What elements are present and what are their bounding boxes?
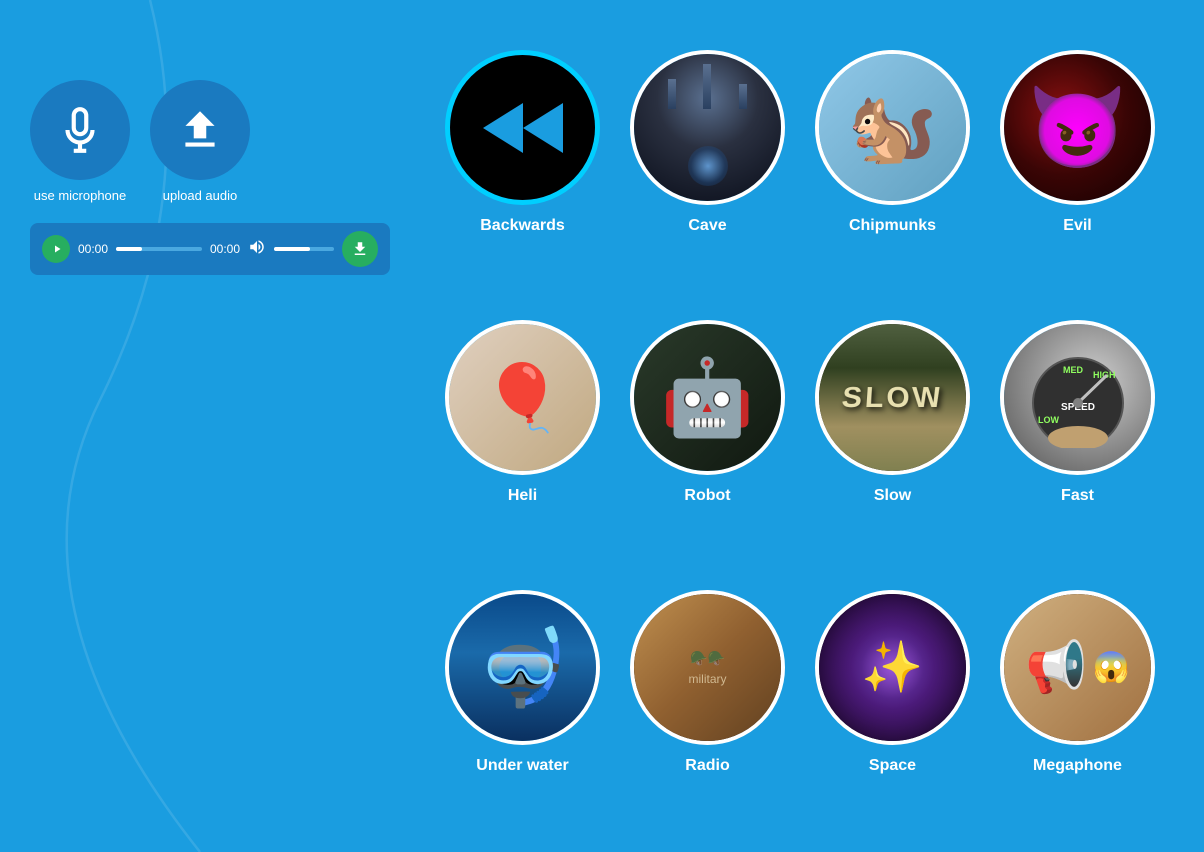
effect-radio-label: Radio bbox=[685, 757, 729, 775]
effect-chipmunks-circle[interactable]: 🐿️ bbox=[815, 50, 970, 205]
volume-fill bbox=[274, 247, 310, 251]
effect-heli-label: Heli bbox=[508, 487, 537, 505]
audio-player: 00:00 00:00 bbox=[30, 223, 390, 275]
upload-icon bbox=[175, 105, 225, 155]
effect-heli[interactable]: 🎈 Heli bbox=[430, 310, 615, 580]
effect-cave[interactable]: Cave bbox=[615, 40, 800, 310]
effect-backwards-label: Backwards bbox=[480, 217, 565, 235]
effect-cave-label: Cave bbox=[688, 217, 726, 235]
effect-slow-circle[interactable]: SLOW bbox=[815, 320, 970, 475]
effect-megaphone-label: Megaphone bbox=[1033, 757, 1122, 775]
play-button[interactable] bbox=[42, 235, 70, 263]
effect-slow-label: Slow bbox=[874, 487, 911, 505]
svg-text:MED: MED bbox=[1063, 365, 1084, 375]
microphone-button-container[interactable]: use microphone bbox=[30, 80, 130, 203]
backwards-icon bbox=[478, 93, 568, 163]
effect-backwards[interactable]: Backwards bbox=[430, 40, 615, 310]
effect-cave-circle[interactable] bbox=[630, 50, 785, 205]
effect-robot[interactable]: 🤖 Robot bbox=[615, 310, 800, 580]
svg-text:LOW: LOW bbox=[1038, 415, 1059, 425]
upload-audio-button[interactable] bbox=[150, 80, 250, 180]
input-buttons: use microphone upload audio bbox=[30, 80, 270, 203]
effect-underwater[interactable]: 🤿 Under water bbox=[430, 580, 615, 850]
progress-fill bbox=[116, 247, 142, 251]
effect-radio[interactable]: 🪖🪖 military Radio bbox=[615, 580, 800, 850]
effect-backwards-circle[interactable] bbox=[445, 50, 600, 205]
effects-grid: Backwards Cave 🐿️ Chipmunks bbox=[430, 40, 1170, 850]
effect-robot-circle[interactable]: 🤖 bbox=[630, 320, 785, 475]
effect-heli-circle[interactable]: 🎈 bbox=[445, 320, 600, 475]
microphone-icon bbox=[55, 105, 105, 155]
microphone-label: use microphone bbox=[34, 188, 127, 203]
effect-evil[interactable]: 😈 Evil bbox=[985, 40, 1170, 310]
effect-radio-circle[interactable]: 🪖🪖 military bbox=[630, 590, 785, 745]
effect-chipmunks-label: Chipmunks bbox=[849, 217, 936, 235]
download-button[interactable] bbox=[342, 231, 378, 267]
effect-fast-label: Fast bbox=[1061, 487, 1094, 505]
effect-megaphone-circle[interactable]: 📢 😱 bbox=[1000, 590, 1155, 745]
upload-label: upload audio bbox=[163, 188, 237, 203]
effect-underwater-label: Under water bbox=[476, 757, 568, 775]
effect-evil-label: Evil bbox=[1063, 217, 1091, 235]
speedometer-svg: LOW MED HIGH SPEED bbox=[1018, 348, 1138, 448]
effect-chipmunks[interactable]: 🐿️ Chipmunks bbox=[800, 40, 985, 310]
effect-robot-label: Robot bbox=[684, 487, 730, 505]
volume-icon bbox=[248, 238, 266, 261]
effect-underwater-circle[interactable]: 🤿 bbox=[445, 590, 600, 745]
effect-space[interactable]: ✨ Space bbox=[800, 580, 985, 850]
total-time: 00:00 bbox=[210, 242, 240, 256]
left-panel: use microphone upload audio 00:00 00:00 bbox=[30, 80, 270, 275]
speaker-icon bbox=[248, 238, 266, 256]
effect-fast-circle[interactable]: LOW MED HIGH SPEED bbox=[1000, 320, 1155, 475]
progress-bar[interactable] bbox=[116, 247, 202, 251]
effect-slow[interactable]: SLOW Slow bbox=[800, 310, 985, 580]
effect-space-circle[interactable]: ✨ bbox=[815, 590, 970, 745]
download-icon bbox=[351, 240, 369, 258]
use-microphone-button[interactable] bbox=[30, 80, 130, 180]
volume-bar[interactable] bbox=[274, 247, 334, 251]
effect-space-label: Space bbox=[869, 757, 916, 775]
play-icon bbox=[51, 243, 63, 255]
effect-megaphone[interactable]: 📢 😱 Megaphone bbox=[985, 580, 1170, 850]
upload-button-container[interactable]: upload audio bbox=[150, 80, 250, 203]
effect-evil-circle[interactable]: 😈 bbox=[1000, 50, 1155, 205]
current-time: 00:00 bbox=[78, 242, 108, 256]
effect-fast[interactable]: LOW MED HIGH SPEED Fast bbox=[985, 310, 1170, 580]
